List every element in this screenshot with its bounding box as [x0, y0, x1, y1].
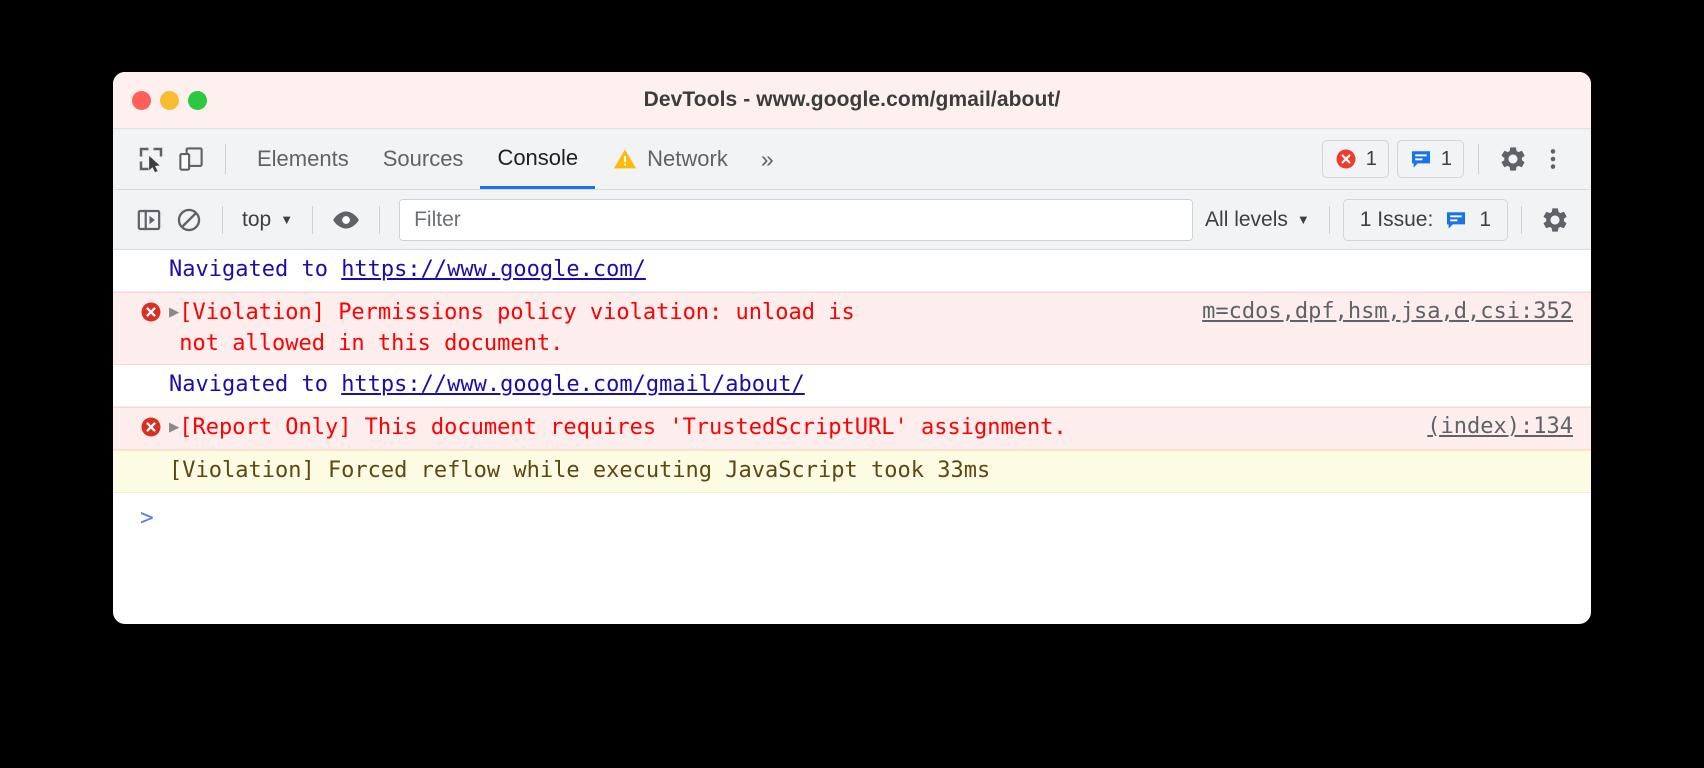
execution-context-selector[interactable]: top ▼: [236, 201, 299, 239]
tab-sources-label: Sources: [382, 146, 464, 171]
console-row-gutter: [113, 413, 169, 439]
error-circle-icon: [139, 300, 163, 324]
error-count-badge[interactable]: 1: [1321, 140, 1389, 178]
expand-triangle-icon[interactable]: ▶: [169, 413, 179, 436]
log-level-value: All levels: [1205, 207, 1288, 231]
console-row-text: Navigated to https://www.google.com/gmai…: [169, 370, 1591, 401]
error-circle-icon: [1334, 147, 1358, 171]
console-toolbar: top ▼ Filter All levels ▼ 1 Issue: 1: [113, 190, 1591, 250]
prompt-chevron-icon: >: [140, 504, 154, 531]
console-sidebar-icon[interactable]: [129, 201, 169, 239]
console-row-body: [Violation] Permissions policy violation…: [179, 298, 1591, 360]
clear-console-icon[interactable]: [169, 201, 209, 239]
devtools-tab-bar: Elements Sources Console Network » 1 1: [113, 129, 1591, 190]
navigation-link[interactable]: https://www.google.com/gmail/about/: [341, 372, 805, 397]
window-controls: [132, 72, 207, 128]
console-message-list: Navigated to https://www.google.com/ ▶ […: [113, 250, 1591, 543]
devtools-window: DevTools - www.google.com/gmail/about/ E…: [113, 72, 1591, 624]
tab-bar-right-divider: [1478, 144, 1479, 174]
tab-sources[interactable]: Sources: [366, 129, 481, 189]
window-title: DevTools - www.google.com/gmail/about/: [643, 88, 1061, 111]
minimize-window-button[interactable]: [160, 90, 179, 110]
device-toolbar-icon[interactable]: [171, 139, 211, 179]
error-count-value: 1: [1365, 147, 1377, 170]
console-toolbar-divider-2: [312, 205, 314, 234]
issues-count-badge[interactable]: 1: [1396, 140, 1464, 178]
tab-bar-divider: [225, 144, 226, 174]
log-level-selector[interactable]: All levels ▼: [1199, 201, 1316, 239]
more-vertical-icon[interactable]: [1533, 139, 1573, 179]
tab-network[interactable]: Network: [595, 129, 745, 189]
filter-input-placeholder: Filter: [414, 207, 461, 231]
console-row-violation-error[interactable]: ▶ [Violation] Permissions policy violati…: [113, 291, 1591, 366]
console-row-gutter: [113, 370, 169, 372]
issues-message-icon: [1444, 208, 1468, 232]
error-circle-icon: [139, 415, 163, 439]
tab-elements[interactable]: Elements: [240, 129, 366, 189]
live-expression-icon[interactable]: [326, 201, 366, 239]
gear-icon[interactable]: [1493, 139, 1533, 179]
tab-network-label: Network: [647, 146, 728, 171]
console-row-text: [Report Only] This document requires 'Tr…: [179, 415, 1067, 441]
issues-count-value: 1: [1440, 147, 1452, 170]
console-row-gutter: [113, 456, 169, 458]
tab-console-label: Console: [497, 144, 579, 170]
tab-bar-right-controls: 1 1: [1314, 139, 1591, 179]
console-toolbar-divider-3: [379, 205, 381, 234]
console-row-text: [Violation] Forced reflow while executin…: [169, 457, 991, 483]
console-row-text: Navigated to https://www.google.com/: [169, 255, 1591, 286]
chevron-down-icon: ▼: [1296, 212, 1310, 227]
screenshot-root: DevTools - www.google.com/gmail/about/ E…: [0, 0, 1704, 768]
tab-elements-label: Elements: [257, 146, 349, 171]
source-location-link[interactable]: m=cdos,dpf,hsm,jsa,d,csi:352: [1202, 298, 1591, 324]
console-prompt[interactable]: >: [113, 493, 1591, 543]
console-row-navigated-1[interactable]: Navigated to https://www.google.com/: [113, 250, 1591, 292]
console-row-text: [Violation] Permissions policy violation…: [179, 299, 855, 356]
maximize-window-button[interactable]: [188, 90, 207, 110]
issues-bar-label: 1 Issue:: [1359, 207, 1434, 231]
console-toolbar-divider-1: [222, 205, 223, 234]
issues-bar-button[interactable]: 1 Issue: 1: [1342, 198, 1508, 241]
console-row-report-only-error[interactable]: ▶ [Report Only] This document requires '…: [113, 407, 1591, 450]
issues-message-icon: [1409, 147, 1433, 171]
issues-bar-count: 1: [1479, 207, 1491, 231]
filter-input[interactable]: Filter: [399, 198, 1194, 241]
expand-triangle-icon[interactable]: ▶: [169, 298, 179, 321]
source-location-link[interactable]: (index):134: [1427, 413, 1591, 439]
tab-console[interactable]: Console: [480, 129, 596, 189]
console-row-gutter: [113, 298, 169, 324]
console-row-reflow-warning[interactable]: [Violation] Forced reflow while executin…: [113, 449, 1591, 493]
chevron-down-icon: ▼: [280, 212, 294, 227]
console-row-gutter: [113, 255, 169, 257]
console-row-body: [Report Only] This document requires 'Tr…: [179, 413, 1591, 444]
navigation-link[interactable]: https://www.google.com/: [341, 257, 646, 282]
gear-icon[interactable]: [1535, 201, 1575, 239]
console-row-prefix: Navigated to: [169, 257, 342, 282]
close-window-button[interactable]: [132, 90, 151, 110]
console-row-prefix: Navigated to: [169, 372, 342, 398]
console-row-navigated-2[interactable]: Navigated to https://www.google.com/gmai…: [113, 365, 1591, 408]
warning-triangle-icon: [612, 146, 638, 172]
inspect-cursor-icon[interactable]: [131, 139, 171, 179]
window-title-bar: DevTools - www.google.com/gmail/about/: [113, 72, 1591, 129]
console-toolbar-divider-5: [1521, 205, 1522, 234]
console-toolbar-divider-4: [1328, 205, 1330, 234]
execution-context-value: top: [242, 207, 272, 231]
more-tabs-button[interactable]: »: [745, 129, 790, 189]
